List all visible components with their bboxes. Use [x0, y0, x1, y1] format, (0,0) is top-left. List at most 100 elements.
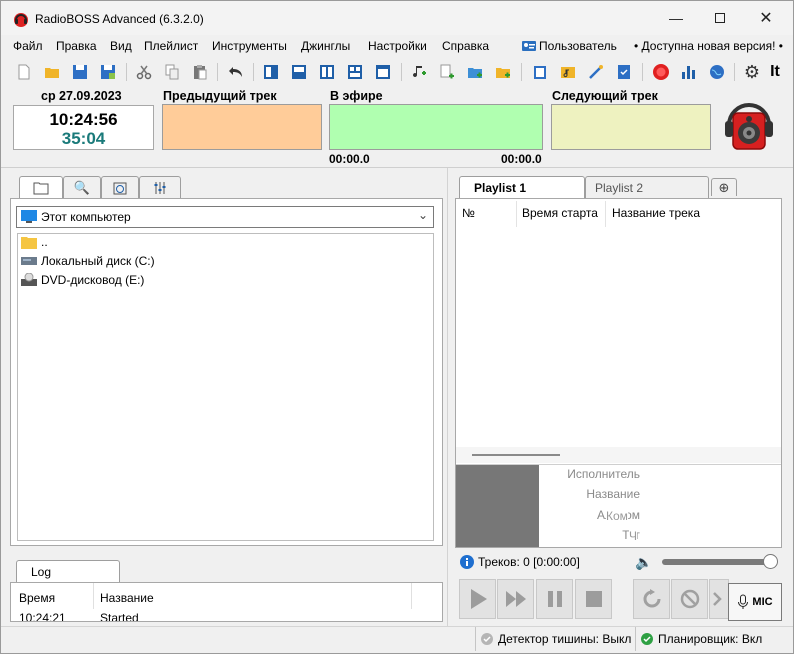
add-stream-button[interactable]	[492, 61, 514, 83]
scheduler-status[interactable]: Планировщик: Вкл	[635, 627, 762, 651]
open-button[interactable]	[41, 61, 63, 83]
layout-4-button[interactable]	[344, 61, 366, 83]
it-button[interactable]: It	[764, 61, 786, 83]
folder-icon	[21, 237, 37, 249]
file-item-parent[interactable]: ..	[21, 233, 48, 251]
onair-track-box[interactable]	[329, 104, 543, 150]
menu-settings[interactable]: Настройки	[368, 39, 427, 53]
window-title: RadioBOSS Advanced (6.3.2.0)	[35, 12, 204, 26]
main-toolbar: ⚙ It	[1, 59, 793, 85]
scissors-icon	[136, 65, 152, 80]
onair-elapsed: 00:00.0	[329, 152, 370, 166]
menu-help[interactable]: Справка	[442, 39, 489, 53]
next-track-box[interactable]	[551, 104, 711, 150]
settings-button[interactable]: ⚙	[741, 61, 763, 83]
repeat-button[interactable]	[633, 579, 670, 619]
col-number[interactable]: №	[462, 206, 475, 220]
cut-button[interactable]	[133, 61, 155, 83]
volume-icon[interactable]: 🔈	[635, 554, 652, 571]
menu-tools[interactable]: Инструменты	[212, 39, 287, 53]
report-icon	[618, 65, 630, 79]
clipboard-icon	[534, 66, 546, 79]
copy-button[interactable]	[161, 61, 183, 83]
hard-drive-icon	[21, 257, 37, 265]
next-button[interactable]	[497, 579, 534, 619]
add-file-button[interactable]	[436, 61, 458, 83]
file-item-dvd[interactable]: DVD-дисковод (E:)	[21, 271, 144, 289]
add-folder-button[interactable]	[464, 61, 486, 83]
silence-detector-status[interactable]: Детектор тишины: Выкл	[475, 627, 631, 651]
record-button[interactable]	[650, 61, 672, 83]
user-menu[interactable]: Пользователь	[522, 39, 617, 53]
tracks-info-label: Треков: 0 [0:00:00]	[478, 555, 580, 569]
menu-file[interactable]: Файл	[13, 39, 43, 53]
info-icon	[460, 555, 474, 569]
skip-button[interactable]	[709, 579, 729, 619]
log-row[interactable]: 10:24:21 Started	[11, 609, 442, 621]
speaker-logo-icon	[721, 97, 777, 153]
block-button[interactable]	[671, 579, 708, 619]
pause-button[interactable]	[536, 579, 573, 619]
chevron-down-icon: ⌄	[417, 208, 428, 222]
volume-slider[interactable]	[662, 559, 774, 565]
tab-files[interactable]	[19, 176, 63, 198]
menu-playlist[interactable]: Плейлист	[144, 39, 198, 53]
tab-playlist-2[interactable]: Playlist 2	[585, 176, 709, 198]
clipboard-button[interactable]	[529, 61, 551, 83]
tab-search[interactable]: 🔍	[63, 176, 101, 198]
play-button[interactable]	[459, 579, 496, 619]
menu-edit[interactable]: Правка	[56, 39, 97, 53]
file-item-drive-c[interactable]: Локальный диск (C:)	[21, 252, 155, 270]
gear-icon: ⚙	[743, 61, 761, 82]
top-divider	[1, 167, 793, 168]
jingle-button[interactable]	[557, 61, 579, 83]
music-note-add-icon	[413, 66, 426, 78]
col-track-name[interactable]: Название трека	[612, 206, 700, 220]
maximize-button[interactable]	[697, 1, 743, 35]
mic-button[interactable]: MIC	[728, 583, 782, 621]
save-icon	[73, 65, 87, 79]
layout-left-icon	[264, 65, 278, 79]
playlist-hscroll[interactable]	[456, 447, 781, 463]
tab-mixer[interactable]	[139, 176, 181, 198]
close-button[interactable]: ✕	[743, 1, 789, 35]
layout-1-button[interactable]	[260, 61, 282, 83]
report-button[interactable]	[613, 61, 635, 83]
add-playlist-button[interactable]: ⊕	[711, 178, 737, 196]
layout-2-button[interactable]	[288, 61, 310, 83]
undo-button[interactable]	[225, 61, 247, 83]
panel-splitter[interactable]	[447, 168, 448, 626]
it-label: It	[770, 63, 780, 80]
add-track-button[interactable]	[408, 61, 430, 83]
save-button[interactable]	[69, 61, 91, 83]
toolbar-separator	[521, 63, 522, 81]
tab-playlist-1[interactable]: Playlist 1	[459, 176, 585, 198]
location-combo[interactable]: Этот компьютер ⌄	[16, 206, 434, 228]
menu-view[interactable]: Вид	[110, 39, 132, 53]
new-button[interactable]	[13, 61, 35, 83]
tools-button[interactable]	[585, 61, 607, 83]
tab-schedule[interactable]	[101, 176, 139, 198]
menu-jingles[interactable]: Джинглы	[301, 39, 350, 53]
plus-icon: ⊕	[718, 179, 730, 195]
broadcast-button[interactable]	[706, 61, 728, 83]
dvd-drive-icon	[21, 273, 37, 286]
scroll-thumb[interactable]	[472, 454, 560, 456]
copy-icon	[165, 64, 179, 80]
paste-button[interactable]	[189, 61, 211, 83]
meta-tag: Тег	[546, 528, 640, 542]
save-as-button[interactable]	[97, 61, 119, 83]
statistics-button[interactable]	[678, 61, 700, 83]
prev-track-box[interactable]	[162, 104, 322, 150]
stop-button[interactable]	[575, 579, 612, 619]
minimize-icon: —	[669, 10, 683, 26]
col-start-time[interactable]: Время старта	[522, 206, 598, 220]
layout-5-button[interactable]	[372, 61, 394, 83]
tab-log[interactable]: Log	[16, 560, 120, 582]
minimize-button[interactable]: —	[653, 1, 699, 35]
volume-handle[interactable]	[763, 554, 778, 569]
layout-3-button[interactable]	[316, 61, 338, 83]
radioboss-logo-icon	[13, 12, 29, 28]
next-track-label: Следующий трек	[552, 89, 658, 103]
update-notice[interactable]: • Доступна новая версия! •	[634, 39, 783, 53]
